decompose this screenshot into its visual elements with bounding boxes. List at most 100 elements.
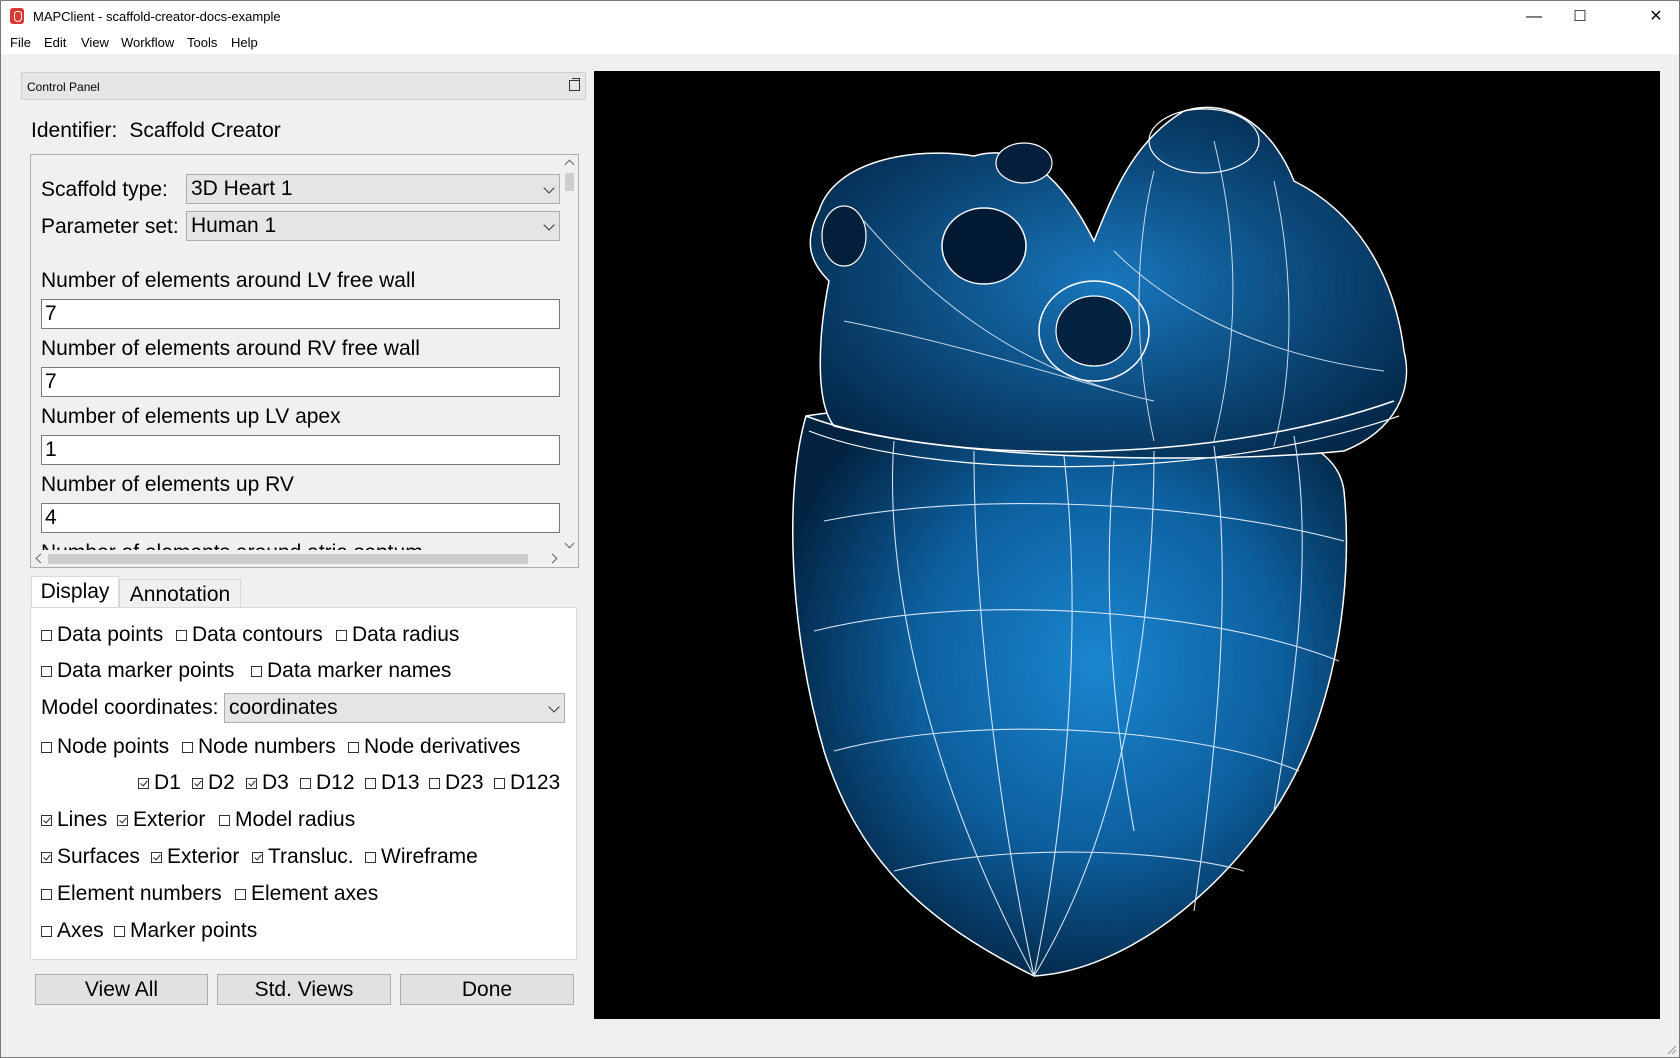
- tab-annotation[interactable]: Annotation: [119, 579, 241, 609]
- model-coordinates-select[interactable]: coordinates: [224, 693, 565, 723]
- done-button[interactable]: Done: [400, 974, 574, 1005]
- marker-points-checkbox[interactable]: Marker points: [114, 919, 257, 943]
- checkbox-box[interactable]: [494, 777, 505, 789]
- checkbox-box[interactable]: [117, 814, 128, 826]
- scaffold-type-select[interactable]: 3D Heart 1: [186, 174, 560, 204]
- horizontal-scrollbar[interactable]: [31, 550, 562, 567]
- parameter-set-select[interactable]: Human 1: [186, 211, 560, 241]
- parameters-scroll-area[interactable]: Scaffold type: 3D Heart 1 Parameter set:…: [30, 154, 579, 568]
- menu-tools[interactable]: Tools: [187, 35, 217, 50]
- title-bar[interactable]: MAPClient - scaffold-creator-docs-exampl…: [1, 1, 1679, 32]
- horizontal-scroll-thumb[interactable]: [48, 554, 528, 564]
- scroll-up-icon[interactable]: [564, 159, 575, 170]
- d2-checkbox[interactable]: D2: [192, 771, 235, 795]
- checkbox-box[interactable]: [41, 629, 52, 641]
- d23-checkbox[interactable]: D23: [429, 771, 484, 795]
- param-input-up-rv[interactable]: 4: [41, 503, 560, 533]
- menu-edit[interactable]: Edit: [44, 35, 66, 50]
- maximize-button[interactable]: ☐: [1557, 1, 1603, 32]
- checkbox-box[interactable]: [41, 814, 52, 826]
- param-label-up-rv: Number of elements up RV: [41, 473, 294, 496]
- checkbox-box[interactable]: [114, 925, 125, 937]
- checkbox-box[interactable]: [41, 888, 52, 900]
- checkbox-box[interactable]: [138, 777, 149, 789]
- menu-view[interactable]: View: [81, 35, 109, 50]
- tab-display[interactable]: Display: [31, 576, 119, 608]
- std-views-button[interactable]: Std. Views: [217, 974, 391, 1005]
- identifier-row: Identifier: Scaffold Creator: [31, 119, 281, 143]
- close-button[interactable]: ✕: [1633, 1, 1679, 32]
- checkbox-box[interactable]: [176, 629, 187, 641]
- element-axes-checkbox[interactable]: Element axes: [235, 882, 378, 906]
- checkbox-box[interactable]: [192, 777, 203, 789]
- checkbox-box[interactable]: [348, 741, 359, 753]
- wireframe-checkbox[interactable]: Wireframe: [365, 845, 478, 869]
- element-numbers-checkbox[interactable]: Element numbers: [41, 882, 222, 906]
- checkbox-box[interactable]: [41, 925, 52, 937]
- checkbox-label: D123: [510, 771, 561, 794]
- menu-bar: File Edit View Workflow Tools Help: [1, 32, 1679, 54]
- checkbox-box[interactable]: [219, 814, 230, 826]
- checkbox-box[interactable]: [151, 851, 162, 863]
- translucent-checkbox[interactable]: Transluc.: [252, 845, 354, 869]
- identifier-value: Scaffold Creator: [129, 119, 281, 142]
- d123-checkbox[interactable]: D123: [494, 771, 560, 795]
- checkbox-box[interactable]: [365, 851, 376, 863]
- checkbox-box[interactable]: [41, 665, 52, 677]
- vertical-scrollbar[interactable]: [561, 155, 578, 551]
- axes-checkbox[interactable]: Axes: [41, 919, 104, 943]
- data-radius-checkbox[interactable]: Data radius: [336, 623, 459, 647]
- param-input-lv-apex[interactable]: 1: [41, 435, 560, 465]
- menu-file[interactable]: File: [10, 35, 31, 50]
- checkbox-box[interactable]: [429, 777, 440, 789]
- parameter-set-label: Parameter set:: [41, 215, 179, 238]
- param-input-lv-free-wall[interactable]: 7: [41, 299, 560, 329]
- data-points-checkbox[interactable]: Data points: [41, 623, 163, 647]
- lines-checkbox[interactable]: Lines: [41, 808, 107, 832]
- float-panel-icon[interactable]: [569, 78, 580, 91]
- surfaces-checkbox[interactable]: Surfaces: [41, 845, 140, 869]
- model-radius-checkbox[interactable]: Model radius: [219, 808, 355, 832]
- data-contours-checkbox[interactable]: Data contours: [176, 623, 323, 647]
- checkbox-label: Node points: [57, 735, 170, 758]
- d1-checkbox[interactable]: D1: [138, 771, 181, 795]
- checkbox-label: D23: [445, 771, 484, 794]
- checkbox-box[interactable]: [235, 888, 246, 900]
- node-numbers-checkbox[interactable]: Node numbers: [182, 735, 336, 759]
- control-panel-header[interactable]: Control Panel: [21, 72, 586, 100]
- menu-help[interactable]: Help: [231, 35, 258, 50]
- menu-workflow[interactable]: Workflow: [121, 35, 174, 50]
- data-marker-names-checkbox[interactable]: Data marker names: [251, 659, 451, 683]
- checkbox-box[interactable]: [252, 851, 263, 863]
- checkbox-box[interactable]: [182, 741, 193, 753]
- minimize-button[interactable]: —: [1511, 1, 1557, 32]
- d13-checkbox[interactable]: D13: [365, 771, 420, 795]
- surfaces-exterior-checkbox[interactable]: Exterior: [151, 845, 239, 869]
- d12-checkbox[interactable]: D12: [300, 771, 355, 795]
- checkbox-box[interactable]: [41, 741, 52, 753]
- checkbox-box[interactable]: [41, 851, 52, 863]
- scroll-down-icon[interactable]: [564, 538, 575, 549]
- chevron-down-icon: [548, 701, 560, 713]
- node-points-checkbox[interactable]: Node points: [41, 735, 169, 759]
- checkbox-box[interactable]: [246, 777, 257, 789]
- node-derivatives-checkbox[interactable]: Node derivatives: [348, 735, 520, 759]
- d3-checkbox[interactable]: D3: [246, 771, 289, 795]
- vertical-scroll-thumb[interactable]: [565, 173, 574, 191]
- view-all-button[interactable]: View All: [35, 974, 208, 1005]
- scroll-left-icon[interactable]: [35, 553, 46, 564]
- param-input-rv-free-wall[interactable]: 7: [41, 367, 560, 397]
- checkbox-box[interactable]: [251, 665, 262, 677]
- checkbox-box[interactable]: [336, 629, 347, 641]
- checkbox-label: D12: [316, 771, 355, 794]
- data-marker-points-checkbox[interactable]: Data marker points: [41, 659, 234, 683]
- resize-grip-icon[interactable]: [1665, 1043, 1677, 1055]
- identifier-label: Identifier:: [31, 119, 118, 142]
- control-panel-title: Control Panel: [27, 80, 100, 94]
- checkbox-box[interactable]: [365, 777, 376, 789]
- checkbox-box[interactable]: [300, 777, 311, 789]
- 3d-viewport[interactable]: [594, 71, 1660, 1019]
- heart-scaffold-render: [792, 106, 1408, 977]
- scroll-right-icon[interactable]: [547, 553, 558, 564]
- lines-exterior-checkbox[interactable]: Exterior: [117, 808, 205, 832]
